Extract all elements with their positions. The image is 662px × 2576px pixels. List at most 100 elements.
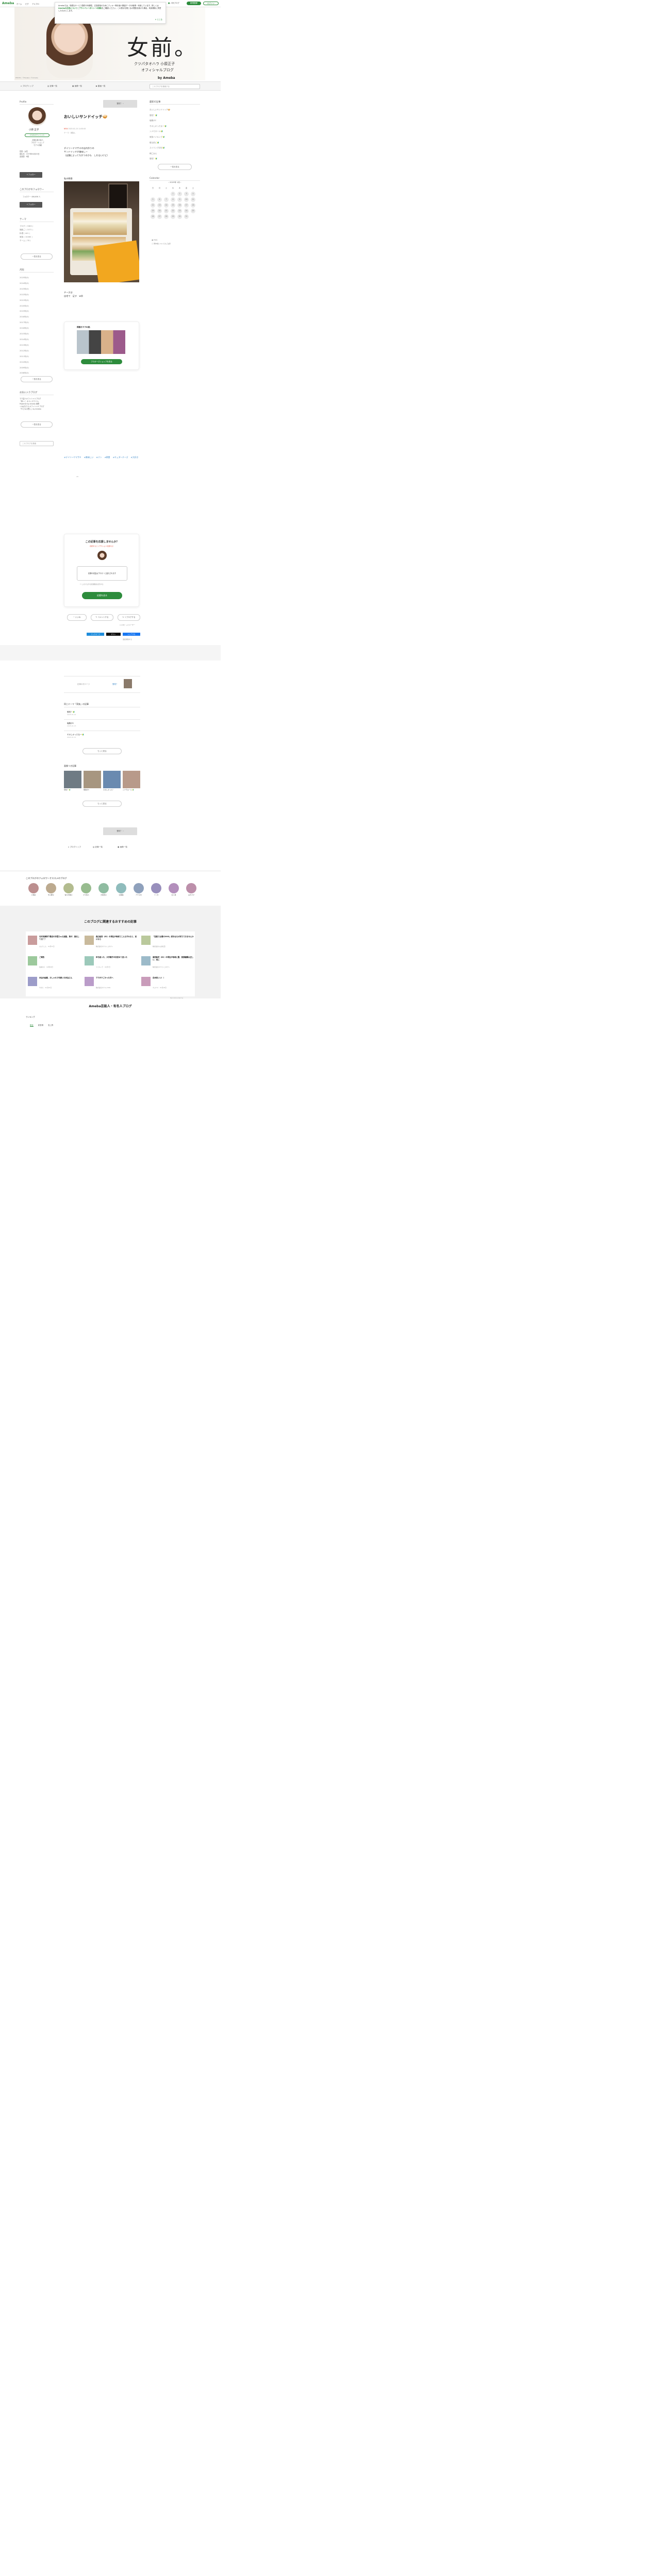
related-article[interactable]: 年を経った、大学義子の収初めて送った ミスキャラ 01月7日: [85, 956, 138, 975]
calendar-day[interactable]: 31: [184, 214, 189, 219]
related-article[interactable]: 元天気嬢柿下最近の手提ひゅる酒胆、茶が、進化してる？？ ももりこん 01月31日: [28, 936, 81, 954]
month-item[interactable]: 2017年(0): [20, 320, 29, 326]
calendar-day[interactable]: 4: [191, 192, 195, 196]
follower-reco-item[interactable]: 小林彩: [26, 883, 41, 896]
nav-pigg[interactable]: ピグ: [25, 3, 29, 5]
calendar-day[interactable]: 8: [171, 197, 175, 202]
image-article-title[interactable]: 登校？🔰: [64, 789, 71, 791]
follower-reco-item[interactable]: ママ芸人: [78, 883, 94, 896]
follower-reco-item[interactable]: 佐々木優子: [61, 883, 76, 896]
follower-reco-item[interactable]: 辻貴美: [113, 883, 129, 896]
cookie-close-button[interactable]: ✕ とじる: [155, 19, 162, 21]
recent-item[interactable]: 朝ごはん: [150, 151, 170, 157]
image-article-title[interactable]: シナモロール🔰: [123, 789, 134, 791]
follower-count[interactable]: フォロワー 406,656 人: [23, 196, 40, 198]
recent-item[interactable]: 家族ハイキング🔰: [150, 134, 170, 140]
recent-item[interactable]: 瑠素がC: [150, 118, 170, 124]
image-article-title[interactable]: 瑠素がC: [84, 789, 89, 791]
ranking-tab[interactable]: 新登場: [38, 1024, 43, 1026]
month-item[interactable]: 2008年(0): [20, 370, 29, 376]
next-article-bottom-button[interactable]: 登校？ ›: [103, 827, 137, 835]
shop-product-images[interactable]: [77, 330, 125, 354]
reblog-button[interactable]: ↻ リブログする: [118, 614, 140, 621]
calendar-day[interactable]: 10: [184, 197, 189, 202]
follower-reco-item[interactable]: 牛川慶子: [43, 883, 59, 896]
month-item[interactable]: 2019年(0): [20, 309, 29, 314]
theme-item[interactable]: チーム ( 78 ): [20, 239, 33, 243]
calendar-day[interactable]: 27: [157, 214, 162, 219]
prev-article-link[interactable]: 記事の次ページ: [77, 683, 90, 686]
ranking-tab[interactable]: 総合: [30, 1024, 34, 1027]
theme-item[interactable]: 料理 ( 441 ): [20, 232, 33, 235]
profile-avatar[interactable]: [28, 107, 46, 126]
related-article[interactable]: ママがすごかった方へ 株式会社ネクストMKS: [85, 977, 138, 995]
blog-search-input[interactable]: このブログを検索する: [150, 84, 200, 89]
ranking-tab[interactable]: 急上昇: [48, 1024, 53, 1026]
same-theme-more-button[interactable]: もっと見る: [82, 748, 122, 754]
login-button[interactable]: ログイン: [203, 2, 219, 5]
month-item[interactable]: 2023年(0): [20, 286, 29, 292]
calendar-day[interactable]: 17: [184, 203, 189, 208]
same-theme-item[interactable]: そのしかったなー🔰 2025-01-12: [67, 734, 84, 739]
month-item[interactable]: 2015年(0): [20, 331, 29, 337]
hashtag[interactable]: #朝食: [105, 456, 110, 459]
bookmark-share-button[interactable]: ブックマーク: [87, 633, 104, 636]
month-item[interactable]: 2020年(0): [20, 303, 29, 309]
cookie-ad-link[interactable]: Amebaの広告について: [58, 7, 77, 9]
follower-reco-item[interactable]: ソンタ: [148, 883, 164, 896]
month-item[interactable]: 2009年(0): [20, 365, 29, 371]
month-item[interactable]: 2011年(0): [20, 354, 29, 360]
calendar-day[interactable]: 5: [151, 197, 155, 202]
calendar-day[interactable]: 26: [151, 214, 155, 219]
hashtag[interactable]: #チェダーチーズ: [113, 456, 128, 459]
recent-more-button[interactable]: 一覧を見る: [158, 164, 192, 170]
hashtag[interactable]: #デイリーヤマザキ: [64, 456, 81, 459]
calendar-day[interactable]: 13: [157, 203, 162, 208]
hashtag[interactable]: #パン: [96, 456, 102, 459]
report-link[interactable]: 違反報告する: [123, 638, 132, 641]
image-article-thumb[interactable]: [123, 771, 140, 788]
article-theme[interactable]: テーマ：家族ん: [64, 132, 75, 134]
fav-blog-line[interactable]: 「やさ＆の思い」by Ameba: [20, 408, 56, 411]
same-theme-item[interactable]: 瑠素がC 2025-01-13: [67, 722, 76, 727]
calendar-day[interactable]: 25: [191, 209, 195, 213]
calendar-day[interactable]: 30: [177, 214, 182, 219]
related-article[interactable]: 高田紘史（62）の現住が地域に置、普通種類は正しい、気に 株式会社ネクストコネクト: [141, 956, 195, 975]
cheer-note[interactable]: ☐ このブログの応援数を表示する: [80, 583, 104, 586]
calendar-day[interactable]: 14: [164, 203, 169, 208]
nav-ameblo[interactable]: アメブロ: [32, 3, 39, 5]
recent-item[interactable]: 登校？🔰: [150, 113, 170, 118]
post-share-button[interactable]: ポスト: [106, 633, 121, 636]
recent-item[interactable]: シナモロール🔰: [150, 129, 170, 134]
calendar-day[interactable]: 28: [164, 214, 169, 219]
rss-link[interactable]: ◉ RSS: [152, 239, 157, 242]
related-article[interactable]: 白米炊いい！！ ネコヤマ 01月18日: [141, 977, 195, 995]
calendar-day[interactable]: 6: [157, 197, 162, 202]
recent-item[interactable]: 登校？🔰: [150, 156, 170, 162]
calendar-day[interactable]: 15: [171, 203, 175, 208]
article-title[interactable]: おいしいサンドイッチ🥪: [64, 114, 107, 120]
related-article[interactable]: ご報告 佐藤文子 02月08日: [28, 956, 81, 975]
theme-more-button[interactable]: 一覧を見る: [21, 253, 53, 260]
follower-reco-item[interactable]: みきママ: [184, 883, 199, 896]
ameba-logo[interactable]: Ameba: [2, 2, 14, 6]
follower-reco-item[interactable]: アナ子を: [131, 883, 146, 896]
calendar-day[interactable]: 7: [164, 197, 169, 202]
calendar-day[interactable]: 12: [151, 203, 155, 208]
theme-item[interactable]: 撮影ご ( 1071 ): [20, 228, 33, 232]
calendar-day[interactable]: 3: [184, 192, 189, 196]
month-item[interactable]: 2021年(0): [20, 298, 29, 303]
follower-reco-item[interactable]: 五人真: [166, 883, 181, 896]
calendar-day[interactable]: 9: [177, 197, 182, 202]
next-article-top-button[interactable]: 登校？ ›: [103, 100, 137, 108]
calendar-day[interactable]: 20: [157, 209, 162, 213]
same-theme-item[interactable]: 登校？🔰 2025-01-14: [67, 711, 76, 716]
theme-item[interactable]: ブログ ( 3363 ): [20, 225, 33, 228]
fav-more-button[interactable]: 一覧を見る: [21, 421, 53, 428]
recent-item[interactable]: スイミング初日🔰: [150, 145, 170, 151]
month-item[interactable]: 2013年(0): [20, 343, 29, 348]
profile-name[interactable]: 小原 正子: [29, 129, 39, 132]
calendar-day[interactable]: 18: [191, 203, 195, 208]
popular-blog-link[interactable]: ■ 人気ブログ: [168, 2, 179, 5]
calendar-day[interactable]: 21: [164, 209, 169, 213]
